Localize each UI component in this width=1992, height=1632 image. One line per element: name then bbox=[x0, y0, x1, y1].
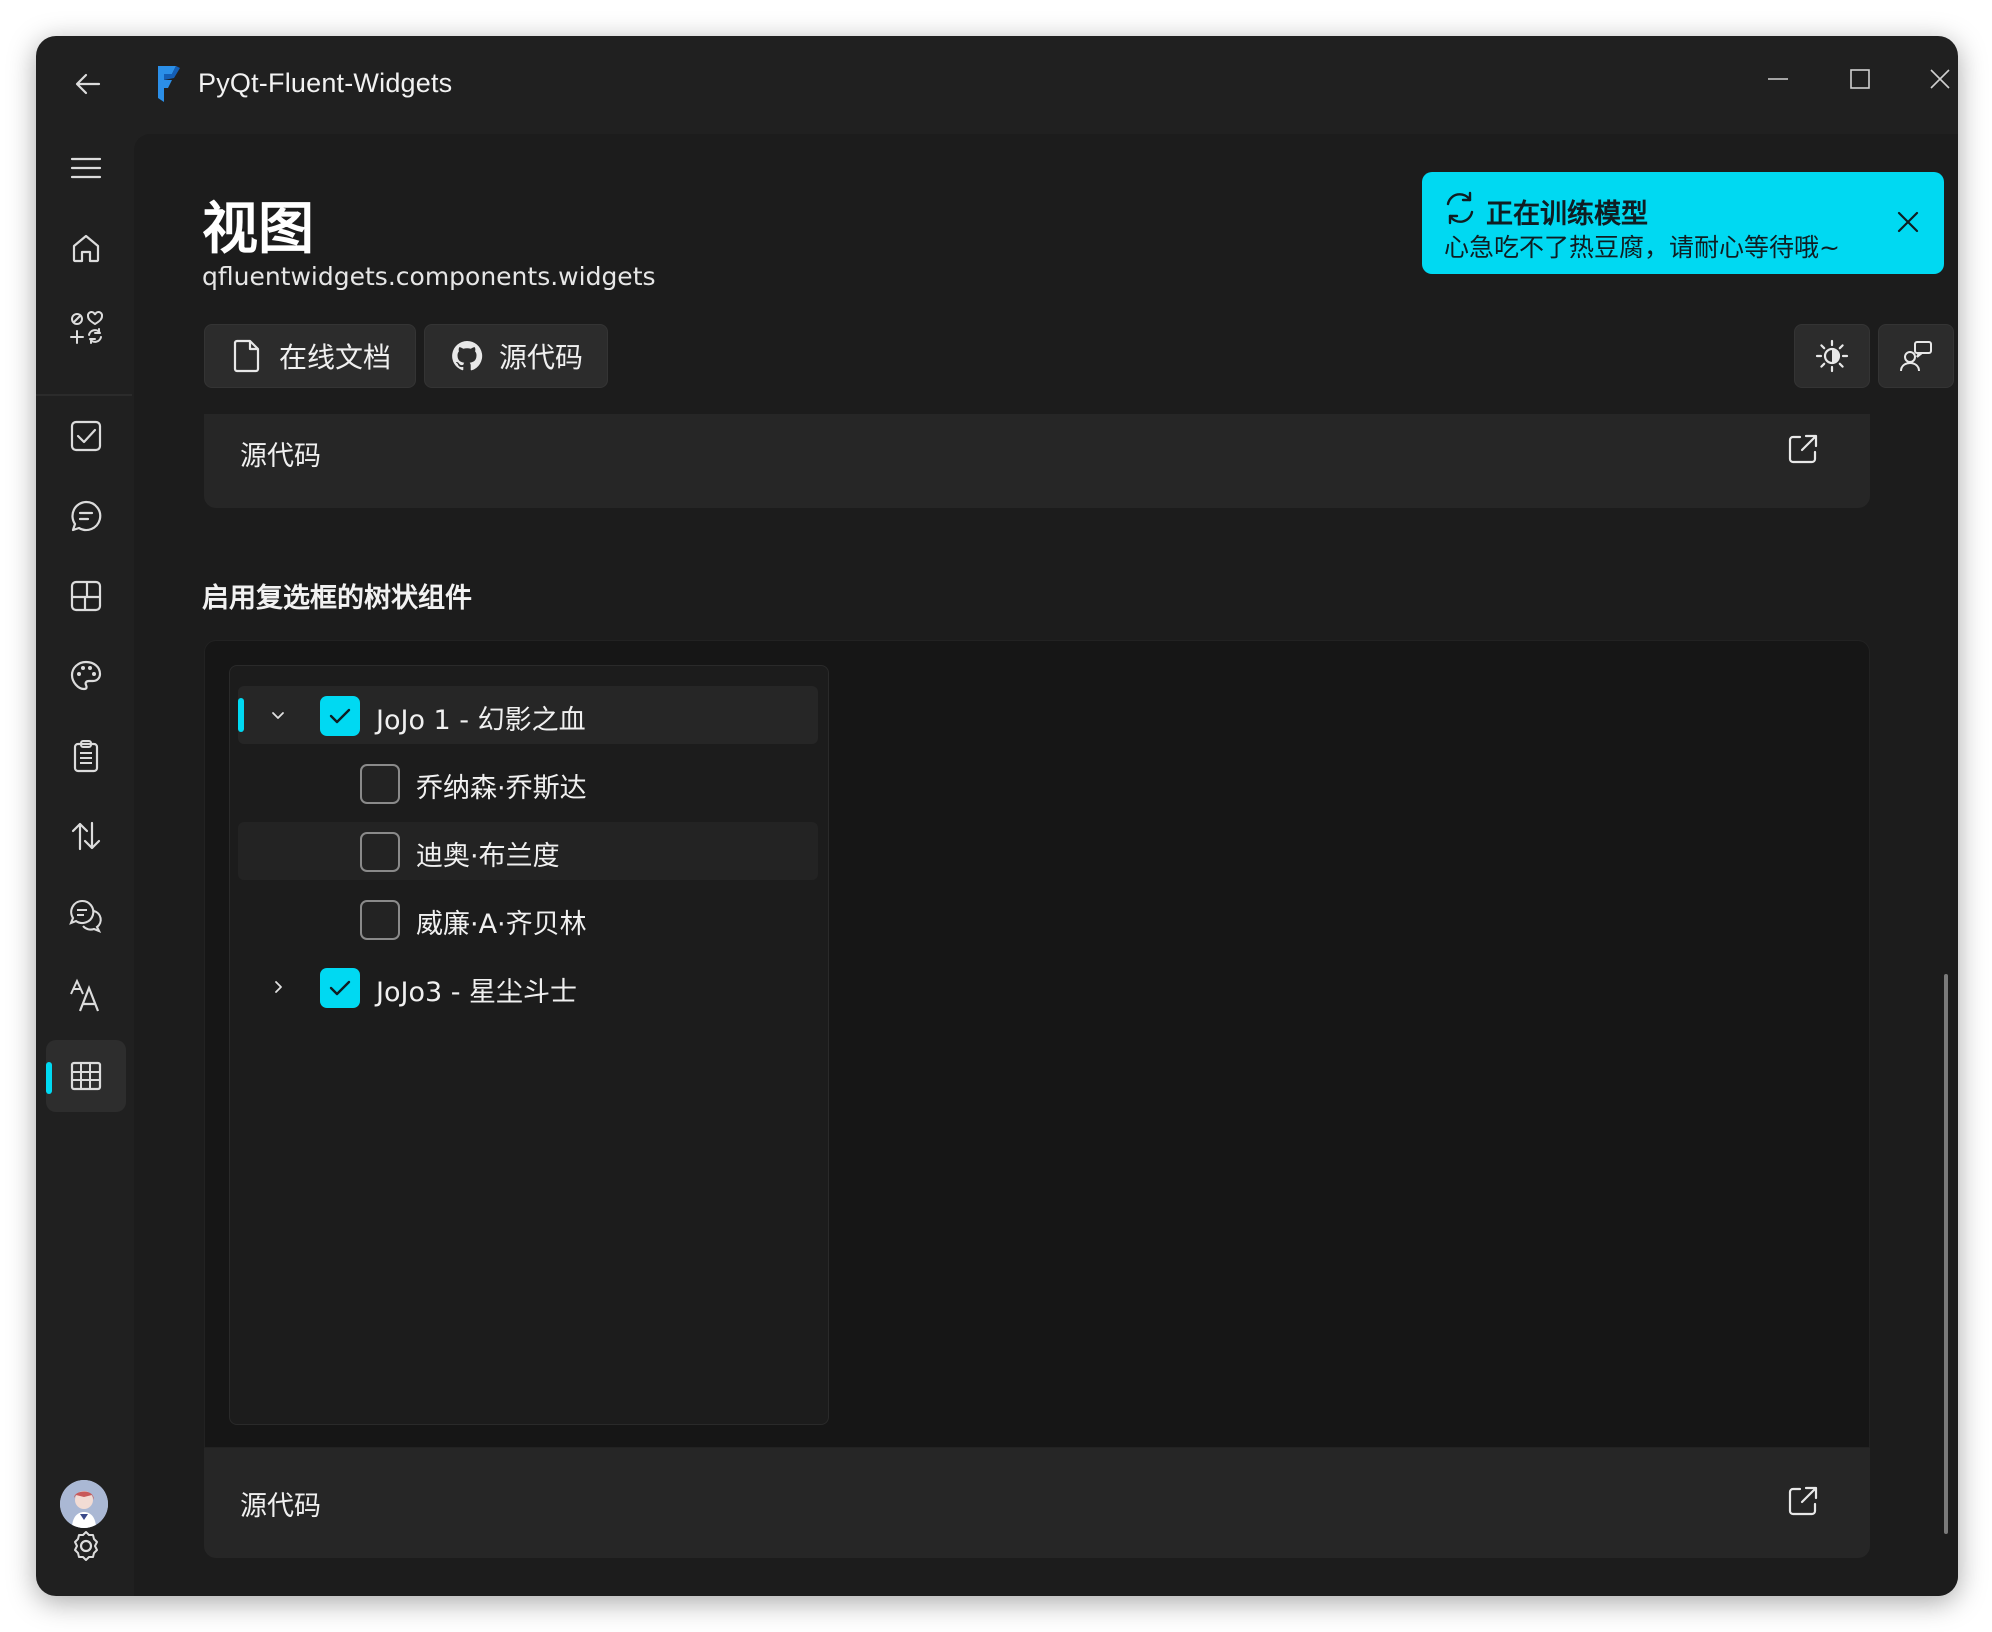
window-title: PyQt-Fluent-Widgets bbox=[198, 68, 453, 98]
top-source-card-label: 源代码 bbox=[240, 441, 321, 472]
chevron-down-icon[interactable] bbox=[266, 703, 290, 727]
back-button[interactable] bbox=[62, 58, 114, 110]
checkbox-icon bbox=[70, 420, 102, 452]
person-feedback-icon bbox=[1900, 341, 1932, 372]
source-code-button[interactable]: 源代码 bbox=[424, 324, 608, 388]
tree-row-label: JoJo3 - 星尘斗士 bbox=[376, 977, 578, 1008]
arrow-left-icon bbox=[75, 73, 101, 95]
emoji-tab-symbols-icon bbox=[70, 311, 103, 344]
toast-content: 心急吃不了热豆腐，请耐心等待哦~ bbox=[1444, 233, 1840, 262]
open-external-icon bbox=[1788, 1486, 1818, 1516]
vertical-scrollbar[interactable] bbox=[1944, 974, 1948, 1534]
arrow-up-down-icon bbox=[71, 821, 101, 851]
nav-item-status-info[interactable] bbox=[46, 880, 126, 952]
nav-menu-button[interactable] bbox=[46, 132, 126, 204]
nav-item-icons[interactable] bbox=[46, 292, 126, 364]
app-window: PyQt-Fluent-Widgets 视图 qfluentwidgets.co… bbox=[36, 36, 1958, 1596]
tree-row[interactable]: 迪奥·布兰度 bbox=[238, 822, 818, 880]
toast-notification: 正在训练模型 心急吃不了热豆腐，请耐心等待哦~ bbox=[1422, 172, 1944, 274]
checkmark-icon bbox=[329, 708, 351, 724]
tree-row[interactable]: JoJo 1 - 幻影之血 bbox=[238, 686, 818, 744]
nav-item-basic-input[interactable] bbox=[46, 400, 126, 472]
tree-checkbox-checked[interactable] bbox=[320, 696, 360, 736]
chat-multiple-icon bbox=[69, 899, 102, 934]
document-icon bbox=[229, 338, 265, 374]
online-docs-label: 在线文档 bbox=[279, 341, 392, 374]
gear-icon bbox=[74, 1531, 98, 1561]
navigation-pane bbox=[36, 132, 132, 1596]
brightness-icon bbox=[1815, 339, 1849, 373]
maximize-icon bbox=[1850, 69, 1870, 89]
nav-separator bbox=[36, 394, 132, 396]
hamburger-menu-icon bbox=[70, 157, 102, 179]
nav-item-settings[interactable] bbox=[46, 1510, 126, 1582]
bottom-source-card[interactable]: 源代码 bbox=[204, 1448, 1870, 1558]
title-bar: PyQt-Fluent-Widgets bbox=[36, 36, 1958, 132]
nav-item-home[interactable] bbox=[46, 212, 126, 284]
tree-selected-indicator bbox=[238, 698, 244, 732]
checkable-tree-view[interactable]: JoJo 1 - 幻影之血 乔纳森·乔斯达 迪奥·布兰度 威廉·A·齐贝林 Jo… bbox=[229, 665, 829, 1425]
tree-checkbox-unchecked[interactable] bbox=[360, 832, 400, 872]
tree-row[interactable]: 威廉·A·齐贝林 bbox=[238, 890, 818, 948]
clipboard-list-icon bbox=[73, 740, 99, 773]
app-logo-icon bbox=[158, 66, 180, 102]
tree-row-label: 乔纳森·乔斯达 bbox=[416, 773, 587, 804]
text-font-icon bbox=[70, 978, 100, 1012]
toast-title: 正在训练模型 bbox=[1486, 199, 1648, 230]
minimize-icon bbox=[1768, 78, 1788, 80]
feedback-button[interactable] bbox=[1878, 324, 1954, 388]
tree-row-label: 迪奥·布兰度 bbox=[416, 841, 560, 872]
content-area: 视图 qfluentwidgets.components.widgets 在线文… bbox=[134, 134, 1958, 1596]
tree-row-label: 威廉·A·齐贝林 bbox=[416, 909, 587, 940]
nav-selected-indicator bbox=[46, 1062, 52, 1094]
chevron-right-icon[interactable] bbox=[266, 975, 290, 999]
bottom-source-card-label: 源代码 bbox=[240, 1491, 321, 1522]
nav-item-navigation[interactable] bbox=[46, 800, 126, 872]
sync-progress-icon bbox=[1446, 191, 1474, 225]
minimize-button[interactable] bbox=[1748, 56, 1808, 102]
nav-item-text[interactable] bbox=[46, 960, 126, 1032]
nav-item-menu[interactable] bbox=[46, 720, 126, 792]
layout-icon bbox=[70, 580, 102, 612]
tree-row-label: JoJo 1 - 幻影之血 bbox=[376, 705, 586, 736]
theme-toggle-button[interactable] bbox=[1794, 324, 1870, 388]
nav-item-view[interactable] bbox=[46, 1040, 126, 1112]
github-icon bbox=[449, 338, 485, 374]
tree-demo-card: JoJo 1 - 幻影之血 乔纳森·乔斯达 迪奥·布兰度 威廉·A·齐贝林 Jo… bbox=[204, 640, 1870, 1448]
source-code-label: 源代码 bbox=[499, 341, 584, 374]
tree-checkbox-unchecked[interactable] bbox=[360, 764, 400, 804]
palette-icon bbox=[70, 660, 102, 691]
nav-item-material[interactable] bbox=[46, 640, 126, 712]
section-title: 启用复选框的树状组件 bbox=[202, 583, 472, 614]
nav-item-layout[interactable] bbox=[46, 560, 126, 632]
page-subtitle: qfluentwidgets.components.widgets bbox=[202, 262, 656, 291]
nav-item-dialog[interactable] bbox=[46, 480, 126, 552]
chat-bubble-icon bbox=[71, 500, 102, 532]
checkmark-icon bbox=[329, 980, 351, 996]
top-source-card[interactable]: 源代码 bbox=[204, 414, 1870, 508]
home-icon bbox=[72, 234, 100, 263]
tree-row[interactable]: JoJo3 - 星尘斗士 bbox=[238, 958, 818, 1016]
grid-table-icon bbox=[70, 1061, 102, 1091]
tree-checkbox-checked[interactable] bbox=[320, 968, 360, 1008]
page-title: 视图 bbox=[202, 197, 314, 262]
maximize-button[interactable] bbox=[1830, 56, 1890, 102]
close-icon bbox=[1930, 69, 1950, 89]
close-icon[interactable] bbox=[1894, 208, 1922, 236]
open-external-icon bbox=[1788, 434, 1818, 464]
close-window-button[interactable] bbox=[1910, 56, 1958, 102]
tree-row[interactable]: 乔纳森·乔斯达 bbox=[238, 754, 818, 812]
tree-checkbox-unchecked[interactable] bbox=[360, 900, 400, 940]
online-docs-button[interactable]: 在线文档 bbox=[204, 324, 416, 388]
